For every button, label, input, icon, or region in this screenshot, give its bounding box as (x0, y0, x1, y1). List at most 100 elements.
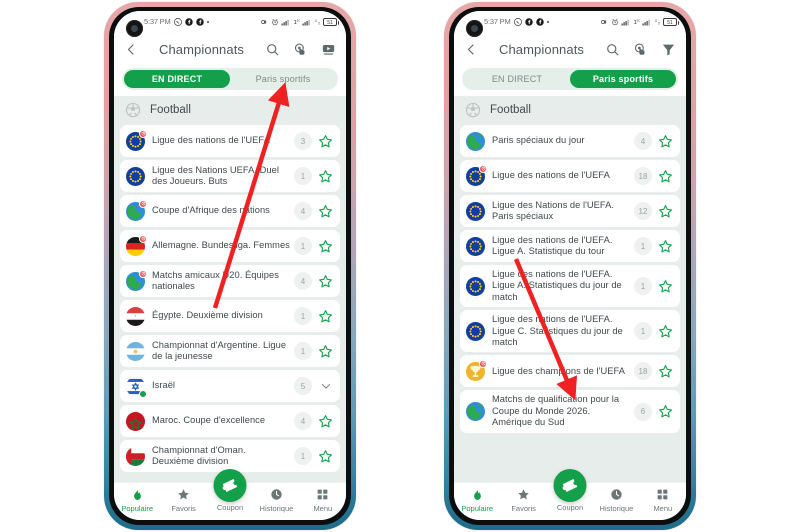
list-item[interactable]: Ligue des nations de l'UEFA. Ligue A. St… (460, 230, 680, 262)
chevron-down-icon[interactable] (318, 379, 333, 394)
filter-icon[interactable] (660, 41, 677, 58)
list-item-title: Championnat d'Oman. Deuxième division (152, 444, 246, 466)
facebook-icon (195, 17, 204, 26)
favorite-star-icon[interactable] (658, 134, 673, 149)
nav-historique-label: Historique (259, 503, 294, 513)
signal2-icon (642, 18, 651, 26)
list-item[interactable]: Championnat d'Oman. Deuxième division 1 (120, 440, 340, 472)
event-count-badge: 1 (294, 447, 312, 465)
segmented-tabs: EN DIRECT Paris sportifs (122, 68, 338, 90)
live-badge-icon (139, 199, 147, 208)
favorite-star-icon[interactable] (318, 344, 333, 359)
favorite-star-icon[interactable] (318, 449, 333, 464)
favorite-star-icon[interactable] (318, 309, 333, 324)
flag-icon (126, 269, 147, 291)
nav-historique[interactable]: Historique (593, 488, 639, 513)
nav-populaire[interactable]: Populaire (114, 488, 160, 513)
nav-menu[interactable]: Menu (300, 488, 346, 513)
coupon-fab-button[interactable] (213, 469, 247, 502)
sim-icon: 15G (633, 18, 640, 26)
back-arrow-icon[interactable] (461, 39, 481, 59)
flag-icon (466, 402, 485, 422)
whatsapp-icon (173, 17, 182, 26)
nav-historique[interactable]: Historique (253, 488, 299, 513)
nav-menu-label: Menu (313, 503, 333, 513)
live-badge-icon (139, 129, 147, 138)
tap-finger-icon[interactable] (632, 41, 649, 58)
nav-favoris-label: Favoris (171, 503, 196, 513)
segmented-tabs: EN DIRECT Paris sportifs (462, 68, 678, 90)
list-item[interactable]: Ligue des Nations UEFA. Duel des Joueurs… (120, 160, 340, 192)
list-item[interactable]: Matchs amicaux U20. Équipes nationales 4 (120, 265, 340, 297)
tab-en-direct[interactable]: EN DIRECT (124, 70, 230, 88)
favorite-star-icon[interactable] (318, 204, 333, 219)
flag-disc (466, 131, 485, 151)
tab-paris-sportifs[interactable]: Paris sportifs (230, 70, 336, 88)
list-item[interactable]: Israël 5 (120, 370, 340, 402)
list-item[interactable]: Paris spéciaux du jour 4 (460, 125, 680, 157)
list-item[interactable]: Matchs de qualification pour la Coupe du… (460, 390, 680, 433)
championships-list[interactable]: Football Ligue des nations de l'UEFA 3 Lig… (114, 96, 346, 482)
bottom-navigation: Populaire Favoris Coupon Historique Menu (454, 469, 686, 520)
favorite-star-icon[interactable] (658, 169, 673, 184)
nav-populaire[interactable]: Populaire (454, 488, 500, 513)
live-badge-icon (479, 359, 487, 368)
sync-icon (314, 18, 321, 26)
favorite-star-icon[interactable] (658, 364, 673, 379)
sim-icon: 15G (293, 18, 300, 26)
list-item[interactable]: Ligue des nations de l'UEFA. Ligue A. St… (460, 265, 680, 308)
championships-list[interactable]: Football Paris spéciaux du jour 4 Ligue de… (454, 96, 686, 482)
nav-menu-label: Menu (653, 503, 673, 513)
tab-en-direct[interactable]: EN DIRECT (464, 70, 570, 88)
sport-section-header[interactable]: Football (114, 96, 346, 125)
list-item[interactable]: Ligue des Nations de l'UEFA. Paris spéci… (460, 195, 680, 227)
list-item[interactable]: Ligue des nations de l'UEFA 18 (460, 160, 680, 192)
back-arrow-icon[interactable] (121, 39, 141, 59)
list-item[interactable]: Allemagne. Bundesliga. Femmes 1 (120, 230, 340, 262)
sport-section-header[interactable]: Football (454, 96, 686, 125)
list-item[interactable]: Coupe d'Afrique des nations 4 (120, 195, 340, 227)
search-icon[interactable] (264, 41, 281, 58)
favorite-star-icon[interactable] (658, 204, 673, 219)
svg-text:5G: 5G (636, 18, 640, 22)
list-item[interactable]: Ligue des champions de l'UEFA 18 (460, 355, 680, 388)
tap-finger-icon[interactable] (292, 41, 309, 58)
favorite-star-icon[interactable] (658, 239, 673, 254)
phone-bezel: 5:37 PM 1 5 51 Championnats EN DIRECT Pa… (109, 7, 351, 525)
favorite-star-icon[interactable] (318, 169, 333, 184)
phone-screen: 5:37 PM 1 5 51 Championnats EN DIRECT Pa… (114, 11, 346, 520)
list-item[interactable]: Ligue des nations de l'UEFA. Ligue C. St… (460, 310, 680, 353)
list-item-title: Coupe d'Afrique des nations (152, 205, 270, 216)
favorite-star-icon[interactable] (318, 134, 333, 149)
list-item[interactable]: Maroc. Coupe d'excellence 4 (120, 405, 340, 437)
flag-icon (126, 341, 145, 361)
favorite-star-icon[interactable] (658, 404, 673, 419)
list-item[interactable]: Championnat d'Argentine. Ligue de la jeu… (120, 335, 340, 367)
flag-disc (466, 402, 485, 422)
favorite-star-icon[interactable] (658, 324, 673, 339)
battery-icon: 51 (663, 17, 679, 26)
flag-icon (126, 234, 147, 256)
tab-paris-sportifs[interactable]: Paris sportifs (570, 70, 676, 88)
nav-historique-label: Historique (599, 503, 634, 513)
favorite-star-icon[interactable] (658, 279, 673, 294)
coupon-fab-button[interactable] (553, 469, 587, 502)
favorite-star-icon[interactable] (318, 274, 333, 289)
tv-icon[interactable] (320, 41, 337, 58)
list-item-title: Ligue des nations de l'UEFA. Ligue A. St… (492, 269, 622, 302)
search-icon[interactable] (604, 41, 621, 58)
page-title: Championnats (498, 41, 585, 57)
nav-favoris[interactable]: Favoris (160, 488, 206, 513)
whatsapp-icon (513, 17, 522, 26)
list-item[interactable]: Égypte. Deuxième division 1 (120, 300, 340, 332)
nav-menu[interactable]: Menu (640, 488, 686, 513)
list-item-title: Ligue des champions de l'UEFA (492, 365, 625, 376)
flag-icon (126, 199, 147, 221)
favorite-star-icon[interactable] (318, 239, 333, 254)
phone-left: 5:37 PM 1 5 51 Championnats EN DIRECT Pa… (104, 2, 356, 530)
vibrate-icon (260, 18, 268, 26)
favorite-star-icon[interactable] (318, 414, 333, 429)
list-item[interactable]: Ligue des nations de l'UEFA 3 (120, 125, 340, 157)
nav-favoris[interactable]: Favoris (500, 488, 546, 513)
status-bar: 5:37 PM 1 5 51 (114, 11, 346, 32)
